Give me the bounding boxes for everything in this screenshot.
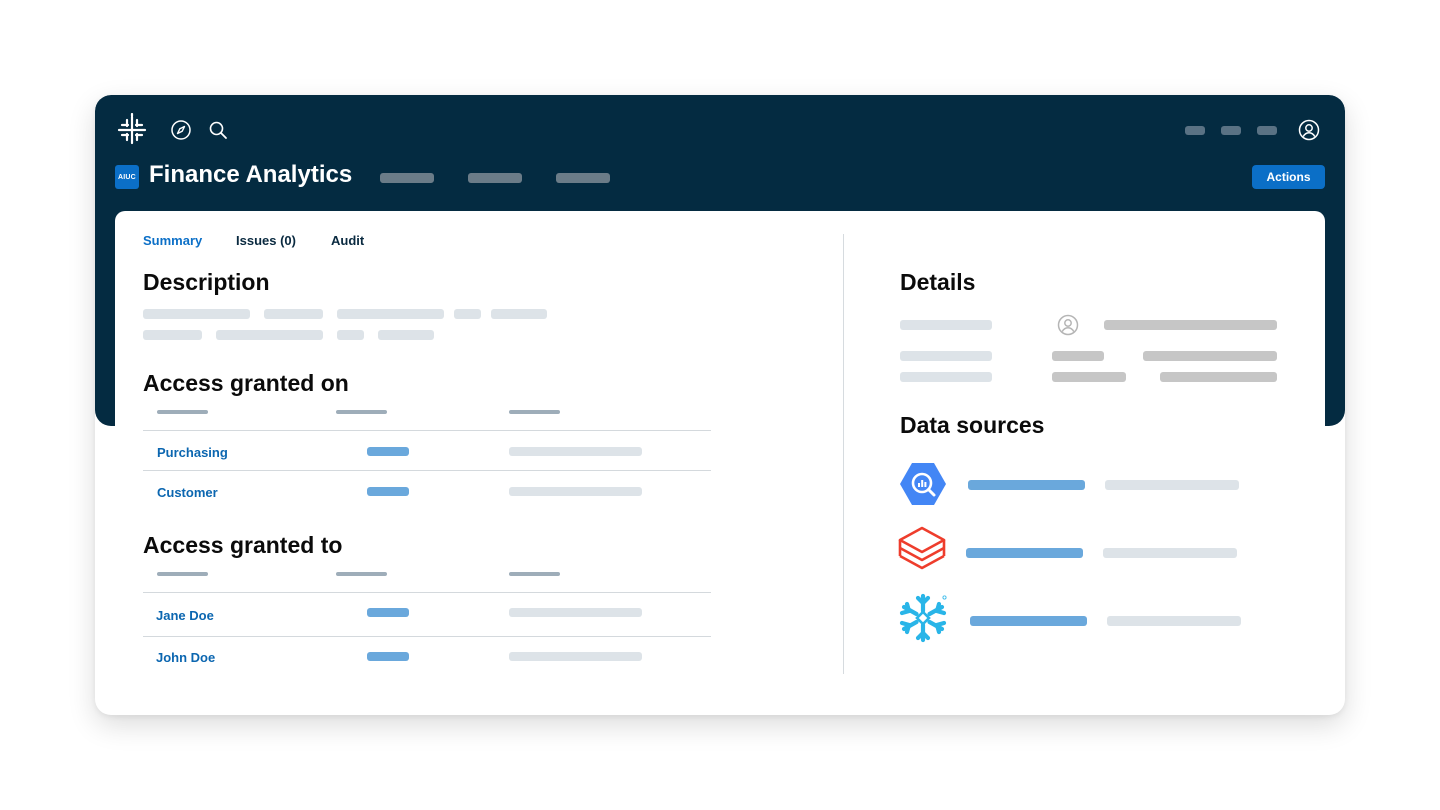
column-header <box>336 572 387 576</box>
column-header <box>509 410 560 414</box>
datasource-detail-placeholder <box>1105 480 1239 490</box>
bigquery-icon[interactable] <box>898 459 948 509</box>
user-circle-icon[interactable] <box>1298 119 1320 141</box>
value-placeholder <box>367 652 409 661</box>
table-row-link[interactable]: Jane Doe <box>156 608 214 623</box>
table-divider <box>143 430 711 431</box>
column-header <box>157 572 208 576</box>
details-heading: Details <box>900 269 976 295</box>
value-placeholder <box>367 608 409 617</box>
datasource-detail-placeholder <box>1107 616 1241 626</box>
search-icon[interactable] <box>207 119 229 141</box>
compass-icon[interactable] <box>170 119 192 141</box>
value-placeholder <box>367 447 409 456</box>
datasource-detail-placeholder <box>1103 548 1237 558</box>
access-granted-on-heading: Access granted on <box>143 370 349 396</box>
nav-placeholder[interactable] <box>468 173 522 183</box>
text-placeholder <box>337 330 364 340</box>
table-row-link[interactable]: Customer <box>157 485 218 500</box>
table-row-link[interactable]: Purchasing <box>157 445 228 460</box>
datasource-name-placeholder[interactable] <box>966 548 1083 558</box>
value-placeholder <box>1160 372 1277 382</box>
tableau-logo-icon[interactable] <box>115 113 149 147</box>
value-placeholder <box>1104 320 1277 330</box>
column-header <box>336 410 387 414</box>
datasource-name-placeholder[interactable] <box>968 480 1085 490</box>
content-card: Summary Issues (0) Audit Description Acc… <box>115 211 1325 715</box>
column-divider <box>843 234 844 674</box>
snowflake-icon[interactable] <box>898 593 948 643</box>
toolbar-placeholder[interactable] <box>1221 126 1241 135</box>
column-header <box>509 572 560 576</box>
text-placeholder <box>264 309 323 319</box>
access-granted-to-heading: Access granted to <box>143 532 343 558</box>
text-placeholder <box>454 309 481 319</box>
value-placeholder <box>509 652 642 661</box>
table-row-link[interactable]: John Doe <box>156 650 215 665</box>
value-placeholder <box>1052 372 1126 382</box>
value-placeholder <box>1052 351 1104 361</box>
text-placeholder <box>216 330 323 340</box>
databricks-icon[interactable] <box>897 525 947 575</box>
tab-audit[interactable]: Audit <box>331 233 364 248</box>
page-title: Finance Analytics <box>149 161 353 188</box>
app-badge: AIUC <box>115 165 139 189</box>
data-sources-heading: Data sources <box>900 412 1045 438</box>
text-placeholder <box>143 330 202 340</box>
value-placeholder <box>509 608 642 617</box>
datasource-name-placeholder[interactable] <box>970 616 1087 626</box>
text-placeholder <box>143 309 250 319</box>
table-divider <box>143 636 711 637</box>
text-placeholder <box>491 309 547 319</box>
value-placeholder <box>367 487 409 496</box>
value-placeholder <box>509 447 642 456</box>
actions-button[interactable]: Actions <box>1252 165 1325 189</box>
column-header <box>157 410 208 414</box>
toolbar-placeholder[interactable] <box>1257 126 1277 135</box>
value-placeholder <box>509 487 642 496</box>
value-placeholder <box>1143 351 1277 361</box>
table-divider <box>143 592 711 593</box>
description-heading: Description <box>143 269 270 295</box>
label-placeholder <box>900 320 992 330</box>
app-window: AIUC Finance Analytics Actions Summary I… <box>95 95 1345 715</box>
tab-issues[interactable]: Issues (0) <box>236 233 296 248</box>
text-placeholder <box>337 309 444 319</box>
label-placeholder <box>900 372 992 382</box>
label-placeholder <box>900 351 992 361</box>
user-circle-icon <box>1057 314 1079 336</box>
toolbar-placeholder[interactable] <box>1185 126 1205 135</box>
tab-summary[interactable]: Summary <box>143 233 202 248</box>
nav-placeholder[interactable] <box>380 173 434 183</box>
table-divider <box>143 470 711 471</box>
text-placeholder <box>378 330 434 340</box>
nav-placeholder[interactable] <box>556 173 610 183</box>
